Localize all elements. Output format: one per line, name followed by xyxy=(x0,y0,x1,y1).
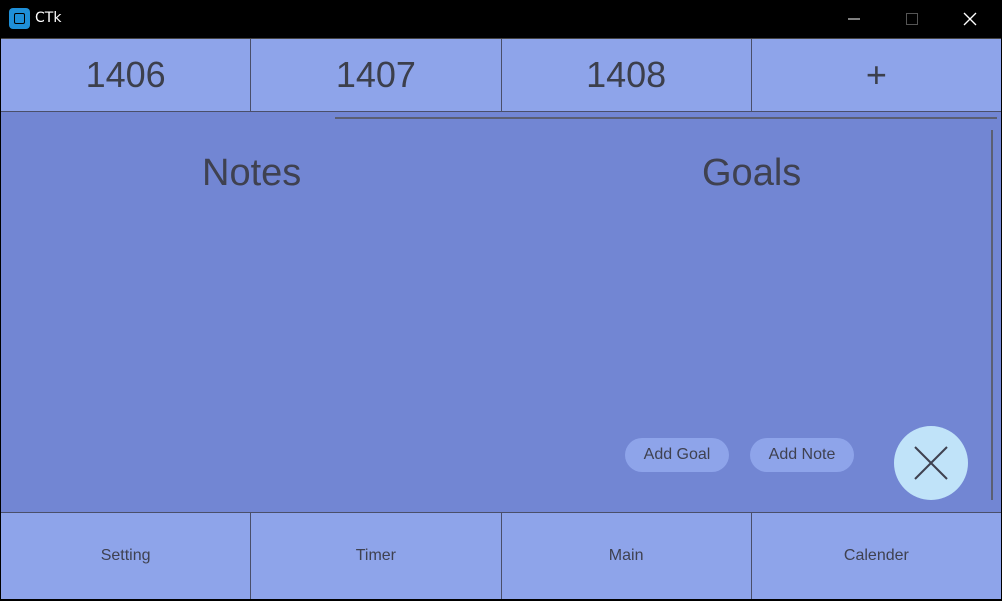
add-goal-button[interactable]: Add Goal xyxy=(625,438,729,472)
maximize-icon xyxy=(906,13,918,25)
notes-title: Notes xyxy=(202,152,302,194)
tab-add[interactable]: + xyxy=(751,39,1001,112)
divider xyxy=(335,117,997,119)
minimize-icon xyxy=(848,18,860,20)
tab-1408[interactable]: 1408 xyxy=(501,39,752,112)
add-note-button[interactable]: Add Note xyxy=(750,438,854,472)
scrollbar[interactable] xyxy=(991,130,993,500)
minimize-button[interactable] xyxy=(825,0,883,38)
close-window-button[interactable] xyxy=(941,0,999,38)
goals-title: Goals xyxy=(702,152,802,194)
app-icon xyxy=(9,8,30,29)
close-button[interactable] xyxy=(894,426,968,500)
nav-main[interactable]: Main xyxy=(501,513,752,599)
bottom-nav: Setting Timer Main Calender xyxy=(1,512,1001,600)
maximize-button[interactable] xyxy=(883,0,941,38)
window-title: CTk xyxy=(35,10,62,26)
tab-1406[interactable]: 1406 xyxy=(1,39,252,112)
main-panel: Notes Goals Add Goal Add Note xyxy=(1,112,1001,512)
nav-calender[interactable]: Calender xyxy=(751,513,1001,599)
nav-setting[interactable]: Setting xyxy=(1,513,252,599)
close-x-icon xyxy=(914,446,948,480)
close-icon xyxy=(963,12,977,26)
tab-1407[interactable]: 1407 xyxy=(251,39,502,112)
nav-timer[interactable]: Timer xyxy=(251,513,502,599)
title-bar: CTk xyxy=(0,0,1002,38)
top-tabs: 1406 1407 1408 + xyxy=(1,38,1001,113)
